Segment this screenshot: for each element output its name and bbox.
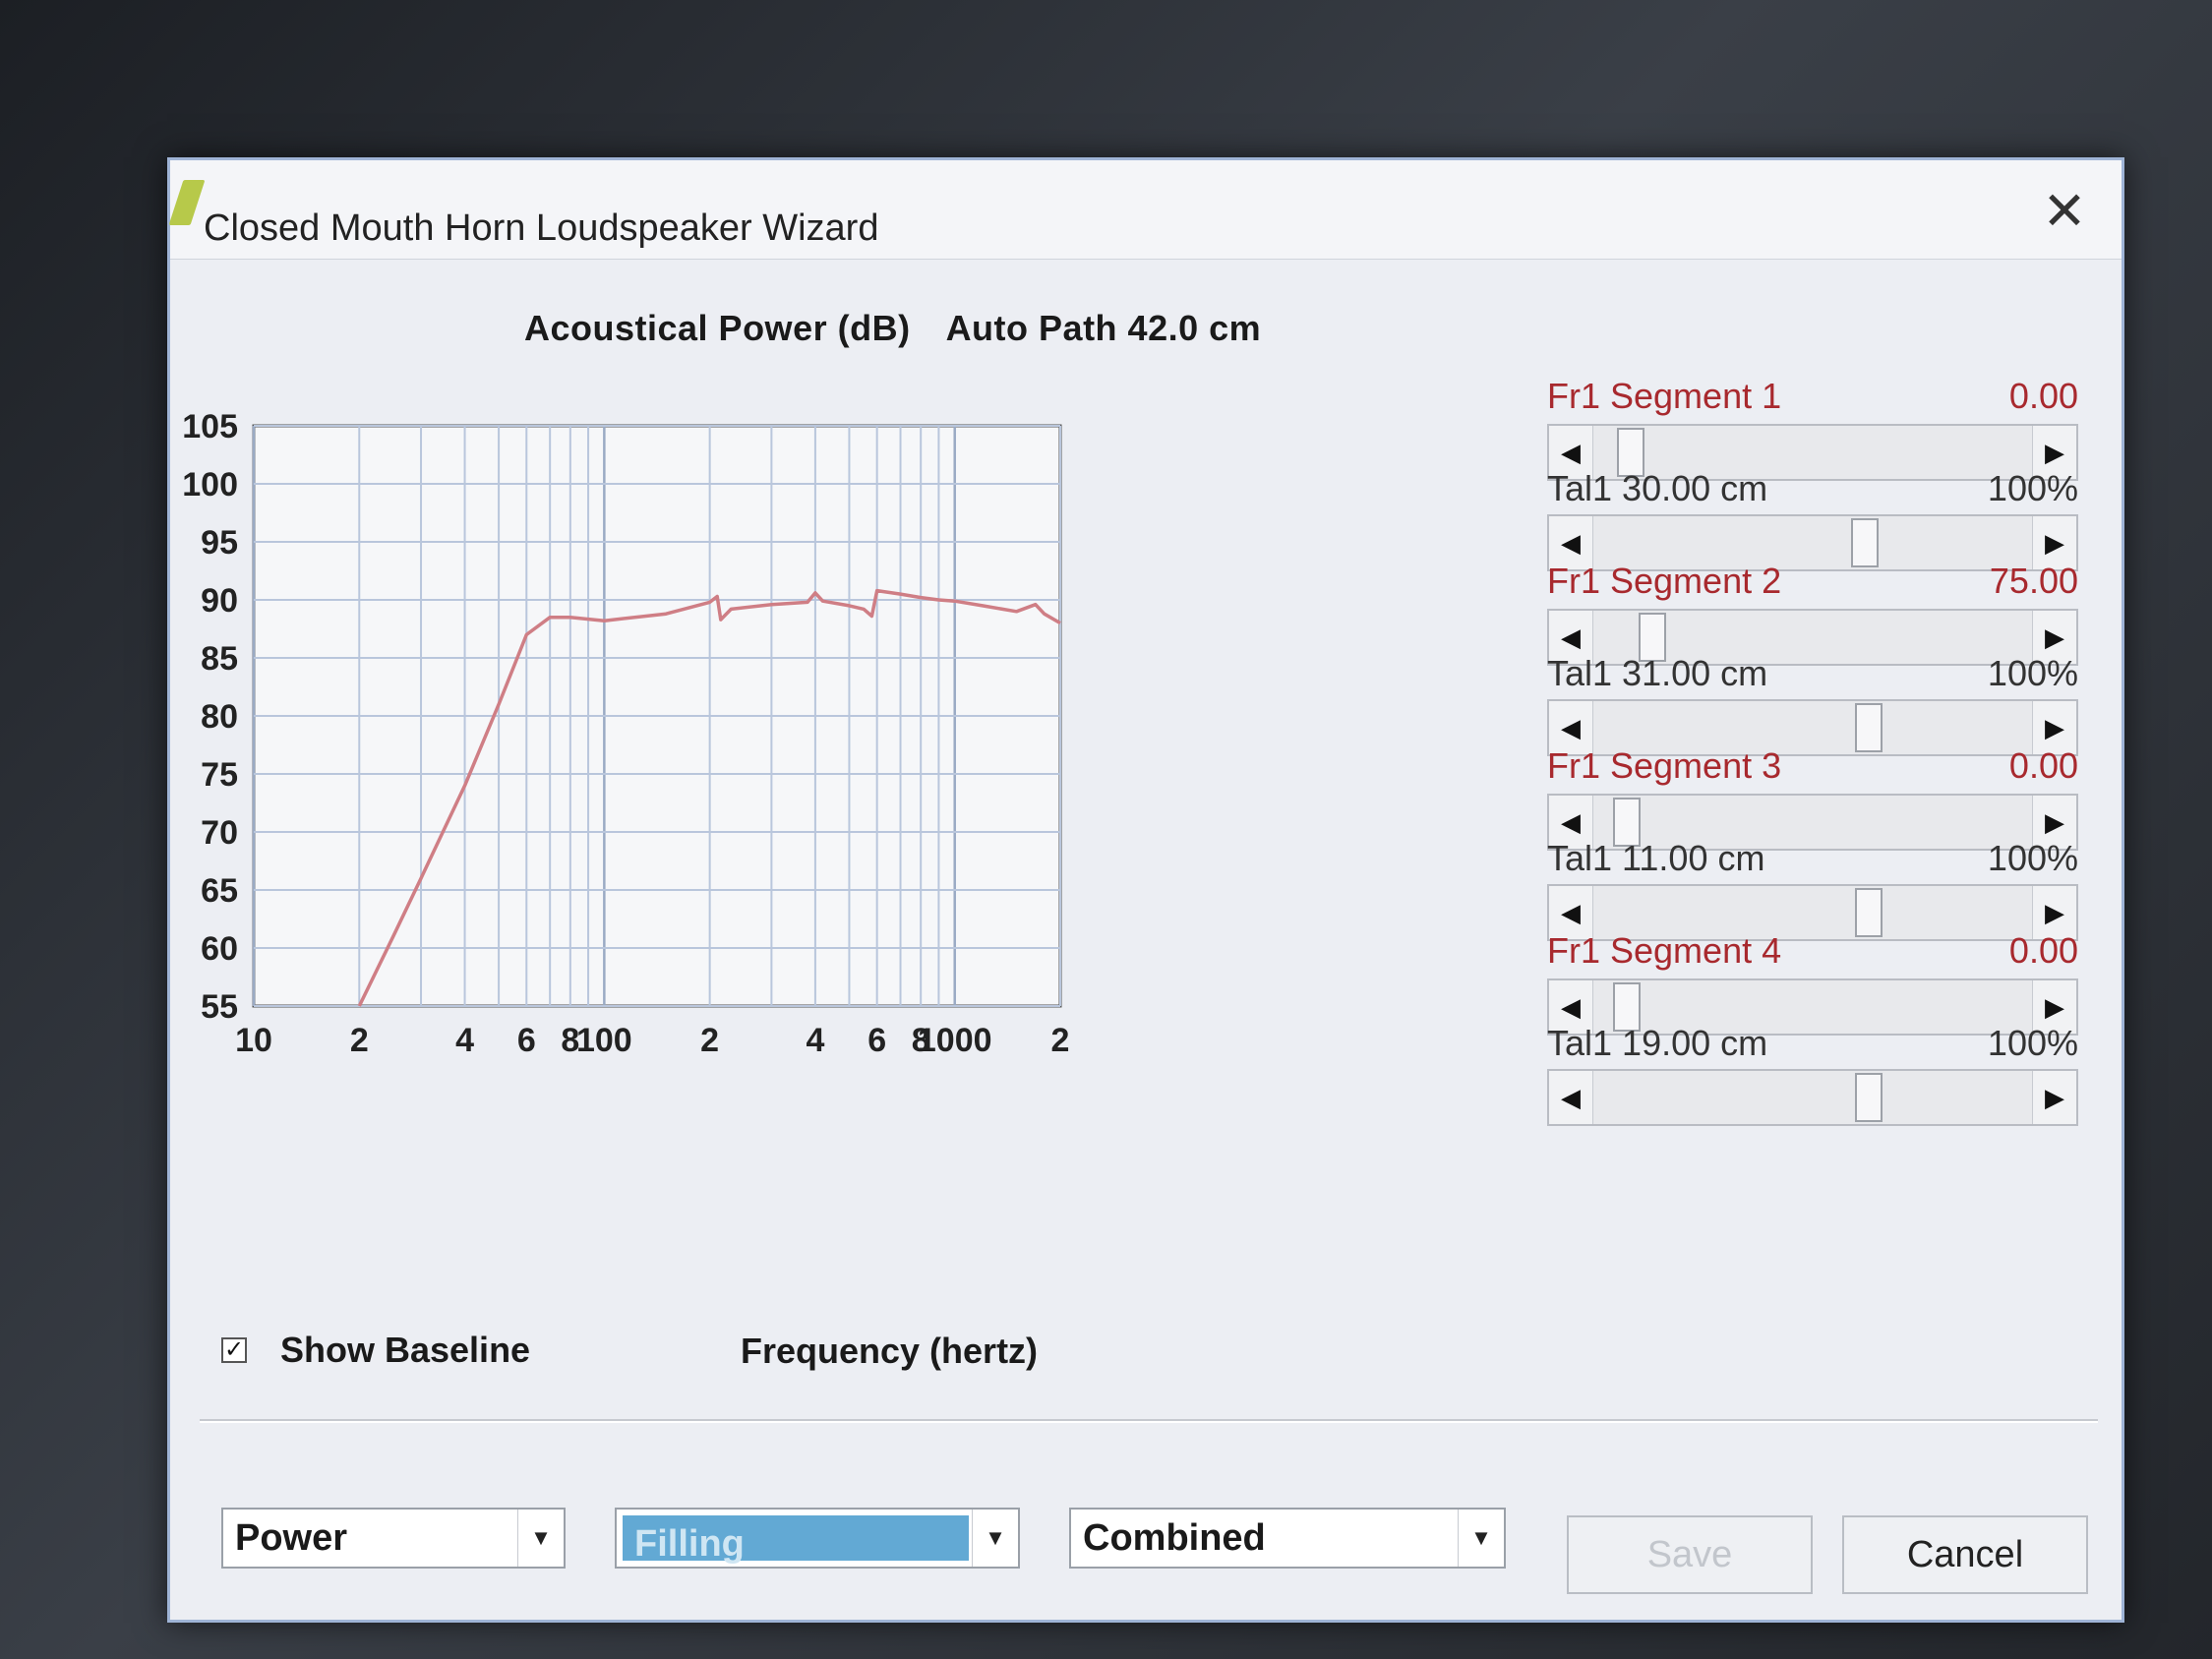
- footer-separator: [200, 1419, 2098, 1423]
- segment-1-tal-row-value: 100%: [1987, 468, 2078, 508]
- segment-3-tal-row-value: 100%: [1987, 838, 2078, 878]
- y-tick-label: 105: [182, 408, 238, 445]
- wizard-window: Closed Mouth Horn Loudspeaker Wizard ✕ A…: [167, 157, 2124, 1623]
- y-tick-label: 70: [201, 814, 238, 852]
- segment-4-fr-row: Fr1 Segment 4 0.00: [1547, 929, 2078, 973]
- segment-3-fr-row-label: Fr1 Segment 3: [1547, 745, 1782, 786]
- x-tick-label: 1000: [918, 1022, 992, 1059]
- segment-2-fr-row-label: Fr1 Segment 2: [1547, 561, 1782, 601]
- chevron-down-icon[interactable]: ▼: [1458, 1510, 1504, 1567]
- x-tick-label: 2: [350, 1022, 369, 1059]
- segment-1-fr-row-value: 0.00: [2008, 376, 2078, 416]
- segment-1-tal-row-label: Tal1 30.00 cm: [1547, 468, 1768, 508]
- y-tick-label: 90: [201, 582, 238, 620]
- power-dropdown-value: Power: [235, 1517, 348, 1559]
- segment-4-tal-row-label: Tal1 19.00 cm: [1547, 1023, 1768, 1063]
- y-tick-label: 95: [201, 524, 238, 562]
- segment-4-fr-row-value: 0.00: [2008, 930, 2078, 971]
- segment-3-fr-row-value: 0.00: [2008, 745, 2078, 786]
- x-tick-label: 4: [455, 1022, 474, 1059]
- chevron-down-icon[interactable]: ▼: [972, 1510, 1018, 1567]
- y-tick-label: 85: [201, 640, 238, 678]
- filling-dropdown[interactable]: Filling ▼: [615, 1508, 1020, 1569]
- filling-dropdown-value: Filling: [634, 1523, 745, 1565]
- save-button[interactable]: Save: [1567, 1515, 1813, 1594]
- y-tick-label: 65: [201, 872, 238, 910]
- segment-2-fr-row-value: 75.00: [1989, 561, 2078, 601]
- show-baseline-checkbox[interactable]: ✓: [221, 1337, 247, 1363]
- segment-4-tal-row-value: 100%: [1987, 1023, 2078, 1063]
- x-tick-label: 2: [1051, 1022, 1070, 1059]
- x-tick-label: 4: [806, 1022, 824, 1059]
- x-tick-label: 10: [235, 1022, 272, 1059]
- segment-2-tal-row: Tal1 31.00 cm 100%: [1547, 652, 2078, 695]
- segment-3-fr-row: Fr1 Segment 3 0.00: [1547, 744, 2078, 788]
- segment-3-tal-row-label: Tal1 11.00 cm: [1547, 838, 1765, 878]
- x-tick-label: 6: [517, 1022, 536, 1059]
- segment-1-fr-row-label: Fr1 Segment 1: [1547, 376, 1782, 416]
- segment-3-tal-row: Tal1 11.00 cm 100%: [1547, 837, 2078, 880]
- scroll-thumb[interactable]: [1855, 1073, 1883, 1122]
- segment-2-tal-row-value: 100%: [1987, 653, 2078, 693]
- scroll-right-arrow-icon[interactable]: ▶: [2032, 1071, 2076, 1124]
- segment-2-fr-row: Fr1 Segment 2 75.00: [1547, 560, 2078, 603]
- segment-4-fr-row-label: Fr1 Segment 4: [1547, 930, 1782, 971]
- chevron-down-icon[interactable]: ▼: [517, 1510, 564, 1567]
- x-tick-label: 6: [867, 1022, 886, 1059]
- x-tick-label: 2: [700, 1022, 719, 1059]
- segment-4-tal-slider[interactable]: ◀ ▶: [1547, 1069, 2078, 1126]
- cancel-button[interactable]: Cancel: [1842, 1515, 2088, 1594]
- x-axis-label: Frequency (hertz): [741, 1331, 1039, 1371]
- combined-dropdown-value: Combined: [1083, 1517, 1266, 1559]
- show-baseline-row[interactable]: ✓ Show Baseline: [221, 1326, 530, 1375]
- power-dropdown[interactable]: Power ▼: [221, 1508, 566, 1569]
- show-baseline-label[interactable]: Show Baseline: [280, 1330, 530, 1371]
- close-button[interactable]: ✕: [2035, 182, 2094, 241]
- combined-dropdown[interactable]: Combined ▼: [1069, 1508, 1506, 1569]
- segment-4-tal-row: Tal1 19.00 cm 100%: [1547, 1022, 2078, 1065]
- y-tick-label: 100: [182, 466, 238, 504]
- frequency-response-chart: 10510095908580757065605510 2 4 6 8100 2 4 6 8100…: [182, 408, 1070, 1059]
- y-tick-label: 55: [201, 988, 238, 1026]
- segment-2-tal-row-label: Tal1 31.00 cm: [1547, 653, 1768, 693]
- segment-1-fr-row: Fr1 Segment 1 0.00: [1547, 375, 2078, 418]
- x-tick-label: 100: [576, 1022, 632, 1059]
- y-tick-label: 80: [201, 698, 238, 736]
- segment-1-tal-row: Tal1 30.00 cm 100%: [1547, 467, 2078, 510]
- filling-selection-highlight: Filling: [623, 1515, 969, 1565]
- scroll-left-arrow-icon[interactable]: ◀: [1549, 1071, 1593, 1124]
- y-tick-label: 75: [201, 756, 238, 794]
- y-tick-label: 60: [201, 930, 238, 968]
